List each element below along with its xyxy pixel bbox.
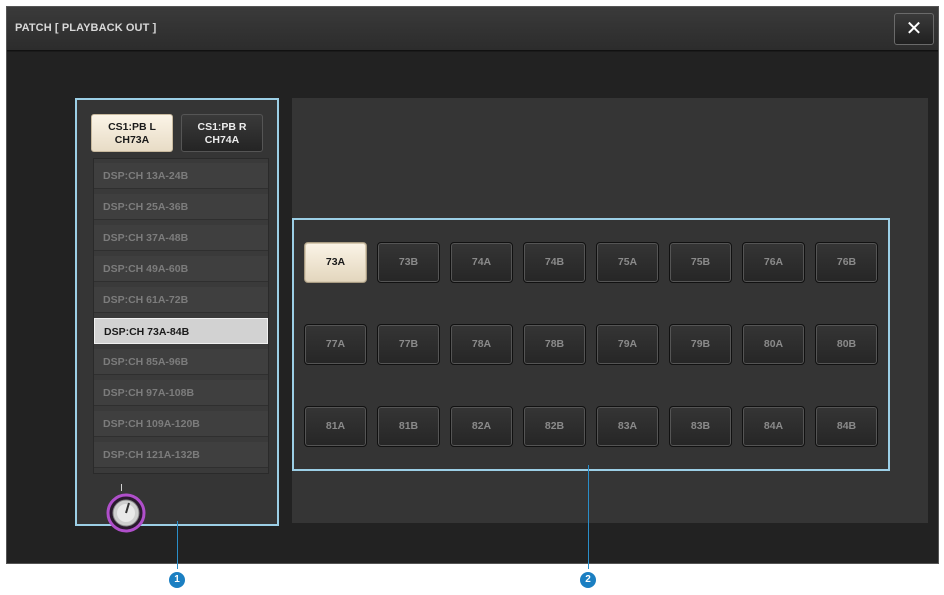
channel-button[interactable]: 79B bbox=[669, 324, 732, 365]
channel-button[interactable]: 74A bbox=[450, 242, 513, 283]
channel-button[interactable]: 77A bbox=[304, 324, 367, 365]
window-title: PATCH [ PLAYBACK OUT ] bbox=[15, 22, 157, 34]
channel-button[interactable]: 84B bbox=[815, 406, 878, 447]
pb-l-patch: CH73A bbox=[114, 134, 150, 146]
range-item[interactable]: DSP:CH 109A-120B bbox=[94, 411, 268, 437]
callout-1-line bbox=[177, 521, 178, 569]
channel-button[interactable]: 80B bbox=[815, 324, 878, 365]
callout-1-badge: 1 bbox=[169, 572, 185, 588]
title-bar: PATCH [ PLAYBACK OUT ] ✕ bbox=[7, 7, 938, 51]
callout-2-badge: 2 bbox=[580, 572, 596, 588]
channel-button[interactable]: 78B bbox=[523, 324, 586, 365]
channel-button[interactable]: 76A bbox=[742, 242, 805, 283]
range-item[interactable]: DSP:CH 61A-72B bbox=[94, 287, 268, 313]
pb-r-name: CS1:PB R bbox=[197, 121, 247, 133]
channel-range-list[interactable]: DSP:CH 13A-24B DSP:CH 25A-36B DSP:CH 37A-4… bbox=[93, 158, 269, 474]
close-button[interactable]: ✕ bbox=[894, 13, 934, 45]
channel-button[interactable]: 82B bbox=[523, 406, 586, 447]
channel-button[interactable]: 75A bbox=[596, 242, 659, 283]
channel-button[interactable]: 78A bbox=[450, 324, 513, 365]
channel-button[interactable]: 82A bbox=[450, 406, 513, 447]
pb-l-name: CS1:PB L bbox=[108, 121, 156, 133]
patch-window: PATCH [ PLAYBACK OUT ] ✕ CS1:PB L CH73A … bbox=[6, 6, 939, 564]
callout-2-line bbox=[588, 465, 589, 569]
pb-r-patch: CH74A bbox=[204, 134, 240, 146]
channel-button[interactable]: 76B bbox=[815, 242, 878, 283]
range-item[interactable]: DSP:CH 73A-84B bbox=[94, 318, 268, 344]
range-item[interactable]: DSP:CH 49A-60B bbox=[94, 256, 268, 282]
channel-button[interactable]: 73B bbox=[377, 242, 440, 283]
range-item[interactable]: DSP:CH 25A-36B bbox=[94, 194, 268, 220]
channel-button[interactable]: 79A bbox=[596, 324, 659, 365]
channel-button[interactable]: 83B bbox=[669, 406, 732, 447]
range-item[interactable]: DSP:CH 13A-24B bbox=[94, 163, 268, 189]
range-item[interactable]: DSP:CH 97A-108B bbox=[94, 380, 268, 406]
range-item[interactable]: DSP:CH 85A-96B bbox=[94, 349, 268, 375]
output-selector-panel: CS1:PB L CH73A CS1:PB R CH74A DSP:CH 13A… bbox=[75, 98, 279, 533]
close-icon: ✕ bbox=[905, 18, 923, 40]
channel-grid: 73A 73B 74A 74B 75A 75B 76A 76B 77A 77B 78A 78B 79A 7… bbox=[292, 218, 890, 471]
content-area: CS1:PB L CH73A CS1:PB R CH74A DSP:CH 13A… bbox=[7, 52, 938, 563]
knob-indicator-mark bbox=[121, 484, 122, 491]
range-item[interactable]: DSP:CH 37A-48B bbox=[94, 225, 268, 251]
channel-button[interactable]: 77B bbox=[377, 324, 440, 365]
range-item[interactable]: DSP:CH 121A-132B bbox=[94, 442, 268, 468]
channel-button[interactable]: 80A bbox=[742, 324, 805, 365]
channel-button[interactable]: 81A bbox=[304, 406, 367, 447]
channel-button[interactable]: 81B bbox=[377, 406, 440, 447]
pb-l-button[interactable]: CS1:PB L CH73A bbox=[91, 114, 173, 152]
channel-button[interactable]: 74B bbox=[523, 242, 586, 283]
pb-r-button[interactable]: CS1:PB R CH74A bbox=[181, 114, 263, 152]
channel-button[interactable]: 73A bbox=[304, 242, 367, 283]
scroll-knob-icon[interactable] bbox=[105, 492, 147, 534]
channel-button[interactable]: 83A bbox=[596, 406, 659, 447]
channel-button[interactable]: 84A bbox=[742, 406, 805, 447]
channel-button[interactable]: 75B bbox=[669, 242, 732, 283]
